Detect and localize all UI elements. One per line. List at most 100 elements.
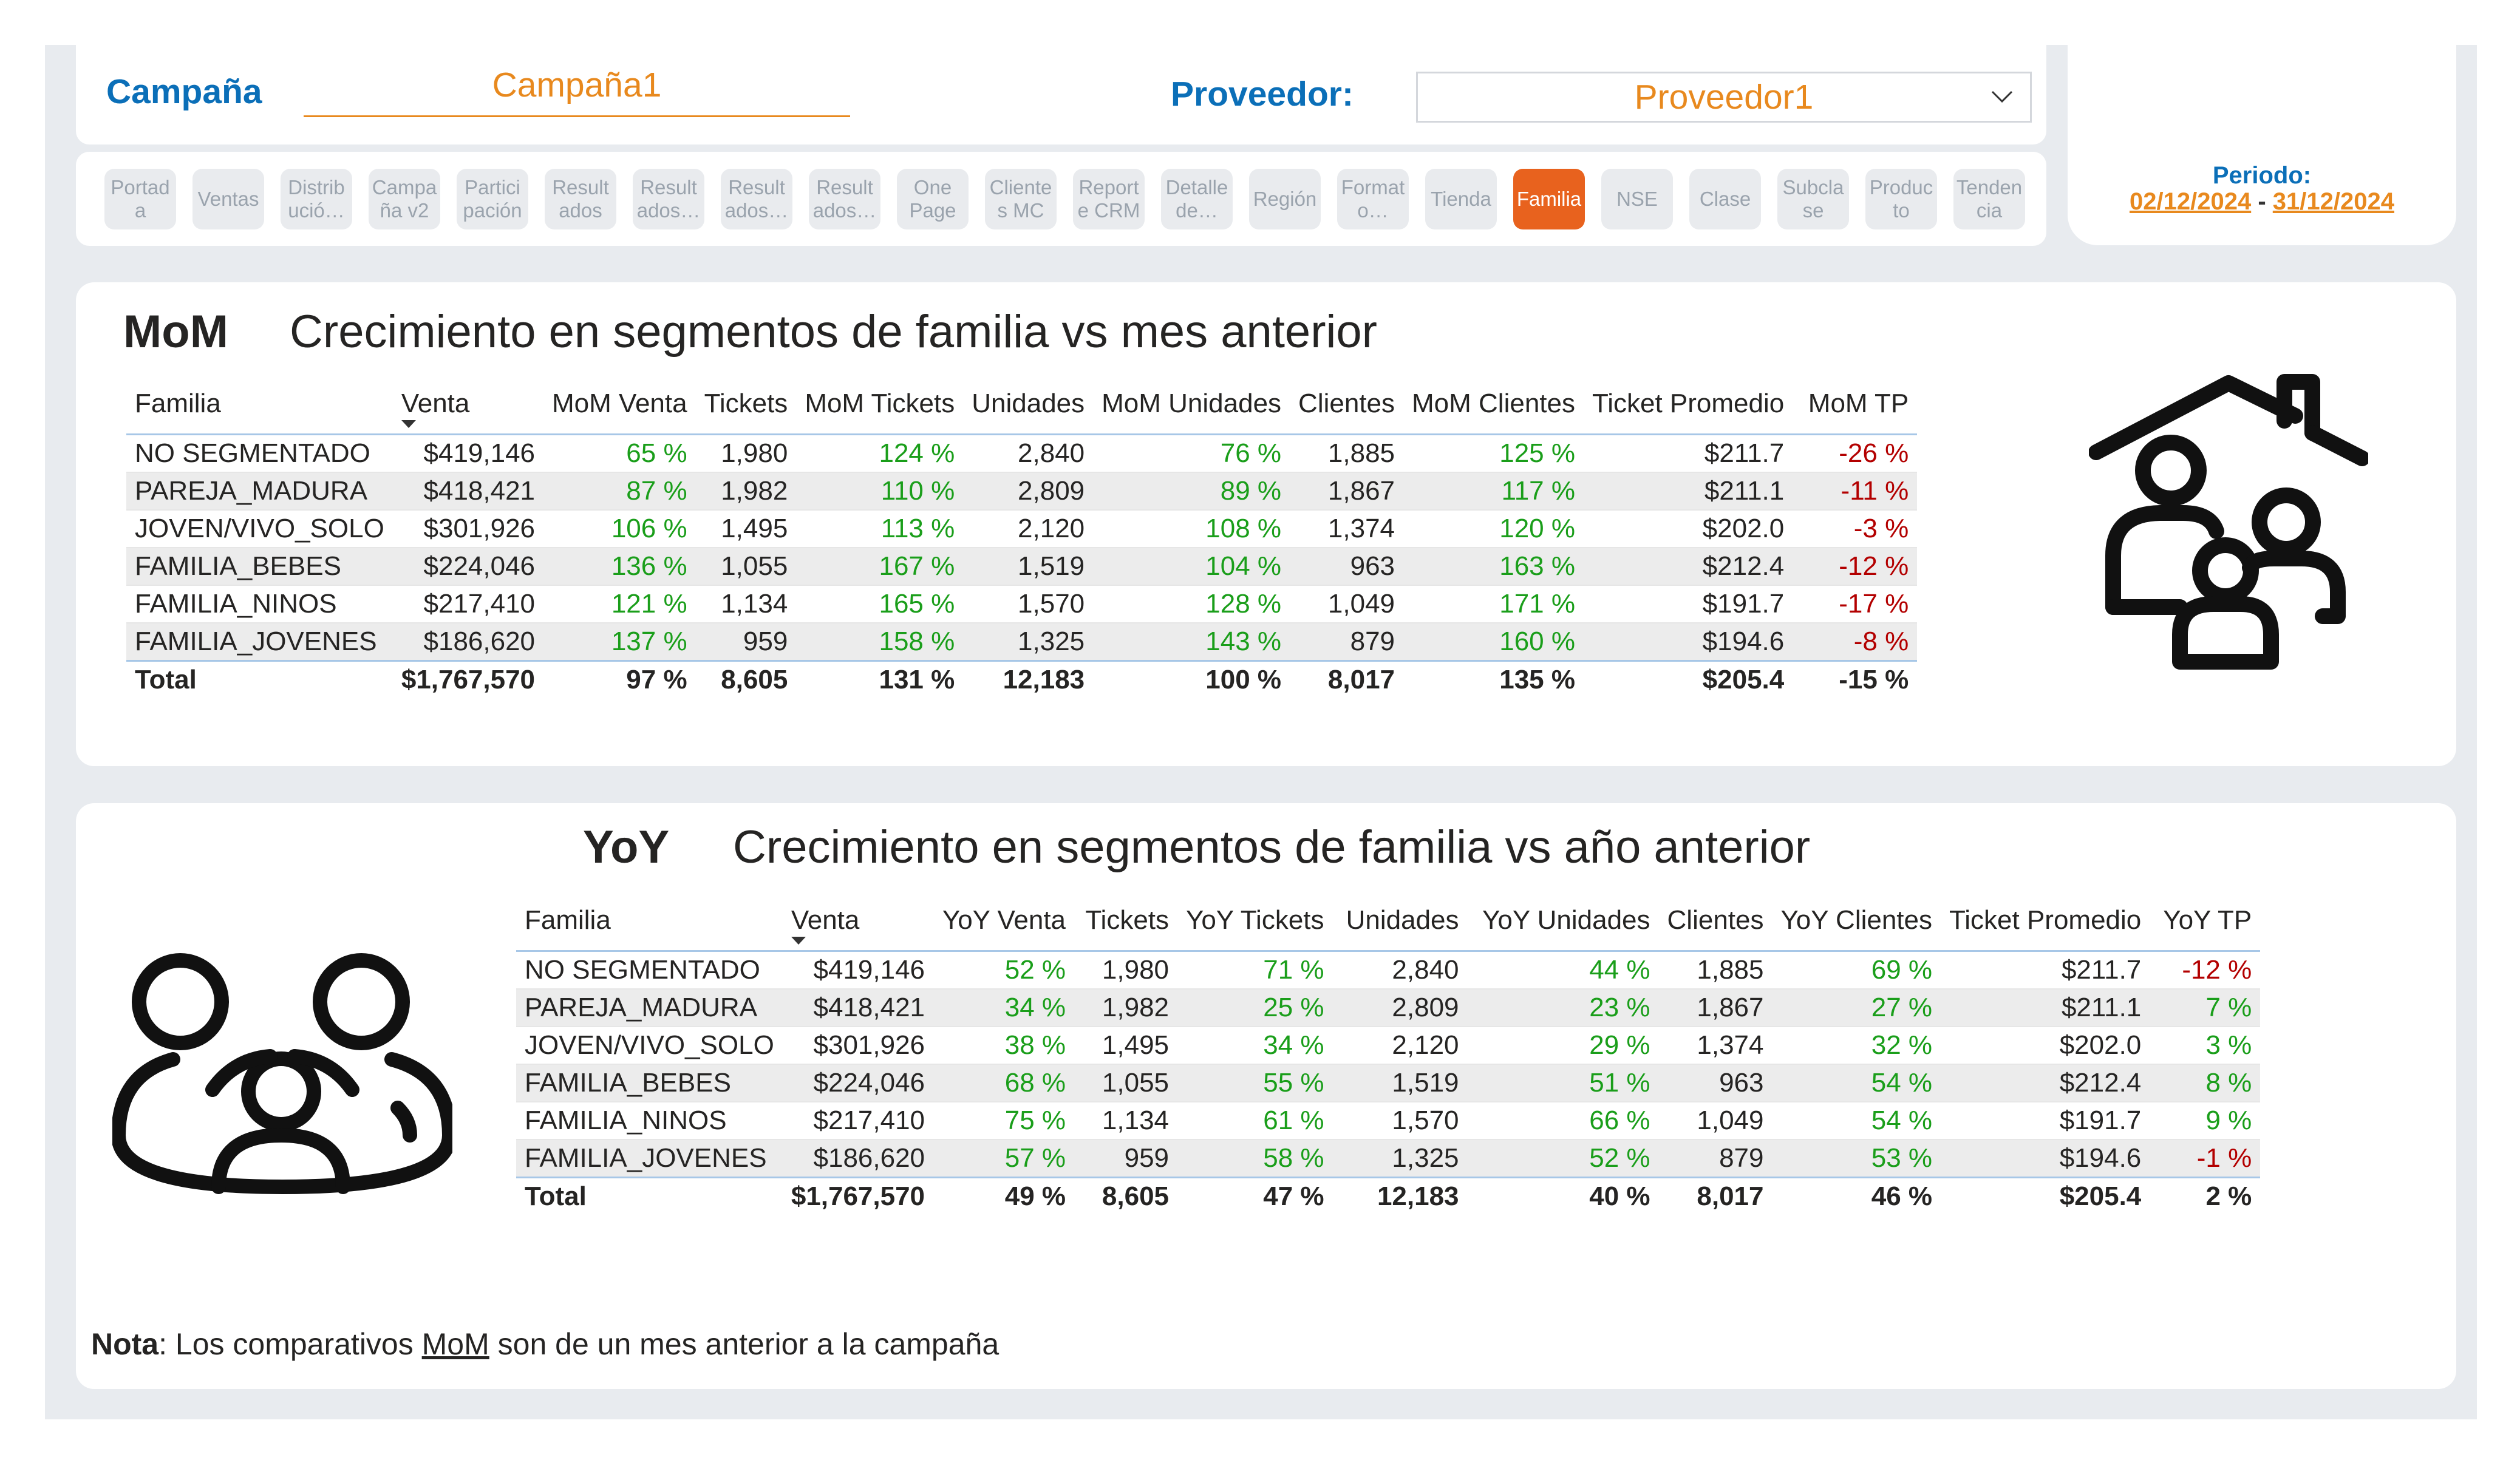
column-header[interactable]: Familia xyxy=(126,389,393,435)
table-cell: 2,840 xyxy=(1018,438,1085,468)
table-row[interactable]: FAMILIA_JOVENES $186,620 137 % 959 158 % 1,32… xyxy=(126,623,1918,661)
table-cell: 23 % xyxy=(1589,993,1650,1022)
table-cell: $202.0 xyxy=(1702,514,1785,543)
total-cell: $205.4 xyxy=(1941,1177,2150,1215)
table-row[interactable]: FAMILIA_BEBES $224,046 136 % 1,055 167 % 1,51… xyxy=(126,548,1918,585)
table-row[interactable]: PAREJA_MADURA $418,421 87 % 1,982 110 % 2,809… xyxy=(126,472,1918,510)
table-cell: 1,374 xyxy=(1327,514,1395,543)
table-cell: -17 % xyxy=(1839,589,1909,619)
table-cell: 34 % xyxy=(1263,1030,1324,1060)
column-header-label: Unidades xyxy=(972,389,1085,418)
table-cell: 1,049 xyxy=(1327,589,1395,619)
column-header[interactable]: YoY Clientes xyxy=(1772,905,1941,952)
table-cell: 89 % xyxy=(1220,476,1282,506)
column-header-label: YoY TP xyxy=(2163,905,2252,935)
tab-7[interactable]: Result ados… xyxy=(721,169,792,229)
table-cell: 1,867 xyxy=(1697,993,1764,1022)
table-cell: 963 xyxy=(1719,1068,1764,1098)
period-end[interactable]: 31/12/2024 xyxy=(2273,188,2394,215)
column-header-label: YoY Tickets xyxy=(1186,905,1324,935)
table-row[interactable]: NO SEGMENTADO $419,146 65 % 1,980 124 % 2,840… xyxy=(126,435,1918,472)
tab-21[interactable]: Tenden cia xyxy=(1953,169,2025,229)
family-house-icon xyxy=(2089,374,2368,670)
tab-1[interactable]: Ventas xyxy=(192,169,264,229)
column-header[interactable]: Tickets xyxy=(1074,905,1178,952)
column-header[interactable]: Clientes xyxy=(1658,905,1773,952)
total-row: Total $1,767,570 49 % 8,605 47 % 12,183 40 % 8,… xyxy=(516,1177,2261,1215)
table-row[interactable]: FAMILIA_NINOS $217,410 75 % 1,134 61 % 1,570 6… xyxy=(516,1102,2261,1139)
campaign-select[interactable]: Campaña1 xyxy=(304,61,850,117)
table-row[interactable]: JOVEN/VIVO_SOLO $301,926 38 % 1,495 34 % 2,12… xyxy=(516,1027,2261,1064)
column-header[interactable]: MoM TP xyxy=(1793,389,1918,435)
column-header[interactable]: YoY Tickets xyxy=(1177,905,1333,952)
period-start[interactable]: 02/12/2024 xyxy=(2130,188,2251,215)
table-row[interactable]: FAMILIA_BEBES $224,046 68 % 1,055 55 % 1,519 5… xyxy=(516,1064,2261,1102)
table-cell: 121 % xyxy=(611,589,687,619)
table-row[interactable]: JOVEN/VIVO_SOLO $301,926 106 % 1,495 113 % 2,… xyxy=(126,510,1918,548)
column-header[interactable]: Tickets xyxy=(695,389,797,435)
mom-label: MoM xyxy=(123,306,229,358)
period-separator: - xyxy=(2258,188,2266,215)
tab-20[interactable]: Produc to xyxy=(1865,169,1937,229)
column-header[interactable]: Ticket Promedio xyxy=(1941,905,2150,952)
table-row[interactable]: FAMILIA_NINOS $217,410 121 % 1,134 165 % 1,57… xyxy=(126,585,1918,623)
provider-label: Proveedor: xyxy=(1171,75,1354,114)
table-cell: 38 % xyxy=(1004,1030,1066,1060)
tab-8[interactable]: Result ados… xyxy=(809,169,880,229)
column-header[interactable]: MoM Unidades xyxy=(1093,389,1290,435)
column-header[interactable]: Unidades xyxy=(1332,905,1468,952)
tab-10[interactable]: Cliente s MC xyxy=(985,169,1057,229)
column-header[interactable]: Venta xyxy=(782,905,934,952)
tab-18[interactable]: Clase xyxy=(1689,169,1761,229)
table-cell: 61 % xyxy=(1263,1105,1324,1135)
table-cell: 2,840 xyxy=(1392,955,1459,985)
tab-17[interactable]: NSE xyxy=(1601,169,1673,229)
column-header[interactable]: MoM Venta xyxy=(543,389,696,435)
column-header[interactable]: YoY Unidades xyxy=(1467,905,1659,952)
column-header[interactable]: MoM Clientes xyxy=(1403,389,1584,435)
table-cell: 2,809 xyxy=(1392,993,1459,1022)
table-cell: 1,374 xyxy=(1697,1030,1764,1060)
tab-0[interactable]: Portad a xyxy=(104,169,176,229)
table-cell: -12 % xyxy=(2182,955,2252,985)
period-range[interactable]: 02/12/2024 - 31/12/2024 xyxy=(2068,188,2456,216)
tab-5[interactable]: Result ados xyxy=(545,169,616,229)
table-cell: -8 % xyxy=(1853,627,1909,656)
tab-3[interactable]: Campa ña v2 xyxy=(369,169,440,229)
column-header[interactable]: MoM Tickets xyxy=(796,389,964,435)
tab-2[interactable]: Distrib ució… xyxy=(281,169,352,229)
tab-12[interactable]: Detalle de… xyxy=(1161,169,1233,229)
column-header[interactable]: Familia xyxy=(516,905,783,952)
table-cell: 2,120 xyxy=(1392,1030,1459,1060)
provider-dropdown[interactable]: Proveedor1 xyxy=(1416,72,2032,123)
column-header[interactable]: Clientes xyxy=(1290,389,1404,435)
tab-16[interactable]: Familia xyxy=(1513,169,1585,229)
tab-13[interactable]: Región xyxy=(1249,169,1321,229)
sort-desc-icon[interactable] xyxy=(401,420,416,428)
tab-14[interactable]: Format o… xyxy=(1337,169,1409,229)
column-header[interactable]: Ticket Promedio xyxy=(1583,389,1793,435)
tab-15[interactable]: Tienda xyxy=(1425,169,1497,229)
column-header[interactable]: Venta xyxy=(392,389,544,435)
tab-11[interactable]: Report e CRM xyxy=(1073,169,1145,229)
tab-9[interactable]: One Page xyxy=(897,169,969,229)
total-cell: 2 % xyxy=(2150,1177,2261,1215)
table-cell: 34 % xyxy=(1004,993,1066,1022)
table-row[interactable]: FAMILIA_JOVENES $186,620 57 % 959 58 % 1,325 5… xyxy=(516,1139,2261,1178)
table-cell: -12 % xyxy=(1839,551,1909,581)
tab-4[interactable]: Partici pación xyxy=(457,169,528,229)
column-header[interactable]: YoY TP xyxy=(2150,905,2261,952)
column-header[interactable]: YoY Venta xyxy=(933,905,1075,952)
total-cell: 97 % xyxy=(543,660,696,698)
table-row[interactable]: NO SEGMENTADO $419,146 52 % 1,980 71 % 2,840 4… xyxy=(516,951,2261,989)
sort-desc-icon[interactable] xyxy=(791,937,806,945)
table-cell: 75 % xyxy=(1004,1105,1066,1135)
column-header[interactable]: Unidades xyxy=(963,389,1094,435)
table-cell: 1,519 xyxy=(1392,1068,1459,1098)
tab-6[interactable]: Result ados… xyxy=(633,169,704,229)
table-row[interactable]: PAREJA_MADURA $418,421 34 % 1,982 25 % 2,809 2… xyxy=(516,989,2261,1027)
tab-19[interactable]: Subcla se xyxy=(1777,169,1849,229)
total-cell: 8,605 xyxy=(695,660,797,698)
column-header-label: Ticket Promedio xyxy=(1592,389,1785,418)
table-cell: 2,809 xyxy=(1018,476,1085,506)
